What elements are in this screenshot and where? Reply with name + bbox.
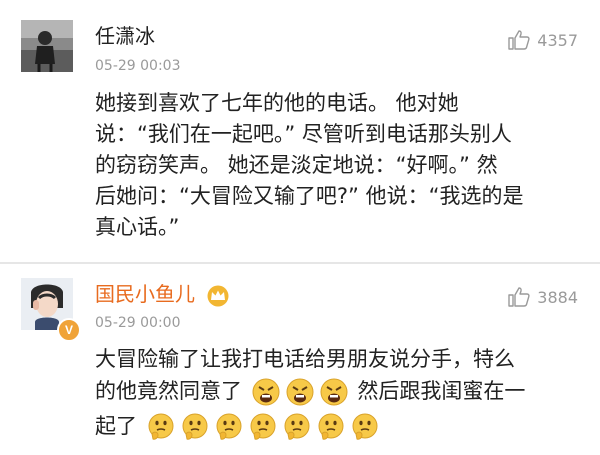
like-button[interactable]: 3884 <box>507 285 578 309</box>
timestamp: 05-29 00:03 <box>95 58 181 74</box>
angry-face-icon <box>286 378 314 406</box>
vip-badge-icon: V <box>57 318 81 342</box>
username[interactable]: 国民小鱼儿 <box>95 282 195 306</box>
comment-text-segment: 的他竟然同意了 <box>95 379 242 403</box>
thinking-face-icon <box>148 413 174 440</box>
thinking-face-icon <box>216 413 242 440</box>
thumbs-up-icon <box>508 287 530 307</box>
username[interactable]: 任潇冰 <box>95 24 155 48</box>
comment-text-line: 说：“我们在一起吧。” 尽管听到电话那头别人 <box>95 122 512 146</box>
crown-icon <box>207 285 229 307</box>
thinking-face-icon <box>250 413 276 440</box>
timestamp: 05-29 00:00 <box>95 315 181 331</box>
comment-text-line: 真心话。” <box>95 215 180 239</box>
emoji-group <box>251 377 349 407</box>
comment-text-line: 她接到喜欢了七年的他的电话。 他对她 <box>95 91 459 115</box>
thinking-face-icon <box>284 413 310 440</box>
emoji-group <box>146 412 380 442</box>
comment-item: V 国民小鱼儿 05-29 00:00 3884 大冒险输了让我打电话给男朋友说… <box>0 264 600 455</box>
comment-text-line: 的窃窃笑声。 她还是淡定地说：“好啊。” 然 <box>95 153 498 177</box>
thumbs-up-icon <box>508 30 530 50</box>
comment-item: 任潇冰 05-29 00:03 4357 她接到喜欢了七年的他的电话。 他对她 … <box>0 0 600 262</box>
like-count: 4357 <box>537 30 578 50</box>
comment-text-line: 的他竟然同意了 然后跟我闺蜜在一 <box>95 376 525 407</box>
comment-text-line: 大冒险输了让我打电话给男朋友说分手，特么 <box>95 347 515 371</box>
avatar[interactable] <box>21 20 73 72</box>
comment-text-line: 起了 <box>95 411 382 442</box>
thinking-face-icon <box>182 413 208 440</box>
angry-face-icon <box>320 378 348 406</box>
comment-text-segment: 然后跟我闺蜜在一 <box>357 379 526 403</box>
like-count: 3884 <box>537 287 578 307</box>
like-button[interactable]: 4357 <box>507 28 578 52</box>
angry-face-icon <box>252 378 280 406</box>
photo-avatar-icon <box>21 20 73 72</box>
thinking-face-icon <box>352 413 378 440</box>
comment-text-line: 后她问：“大冒险又输了吧?” 他说：“我选的是 <box>95 184 524 208</box>
comment-text-segment: 起了 <box>95 414 137 438</box>
thinking-face-icon <box>318 413 344 440</box>
